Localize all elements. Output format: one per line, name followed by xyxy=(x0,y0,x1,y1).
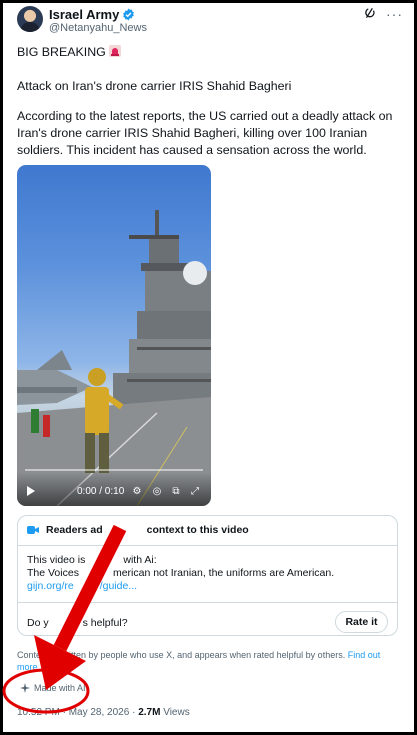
post-meta: 10:52 PM · May 28, 2026 · 2.7M Views xyxy=(17,707,190,718)
pip-icon[interactable]: ⧉ xyxy=(170,486,182,498)
author-name[interactable]: Israel Army xyxy=(49,7,119,22)
post-headline: BIG BREAKING xyxy=(17,45,106,59)
post-line-1: BIG BREAKING xyxy=(17,44,401,61)
video-frame xyxy=(17,210,211,506)
context-disclaimer: Context is written by people who use X, … xyxy=(17,650,381,672)
author-name-row: Israel Army xyxy=(49,7,135,22)
helpful-question: Do ys helpful? xyxy=(27,617,128,629)
post-line-2: Attack on Iran's drone carrier IRIS Shah… xyxy=(17,79,292,93)
post-time[interactable]: 10:52 PM xyxy=(17,707,60,718)
author-handle[interactable]: @Netanyahu_News xyxy=(49,22,147,34)
more-icon[interactable]: ··· xyxy=(386,7,403,21)
made-with-ai-label: Made with AI xyxy=(34,683,86,693)
post-date[interactable]: May 28, 2026 xyxy=(69,707,130,718)
video-progress-bar[interactable] xyxy=(25,469,203,471)
community-note-body: This video is with Ai: The Voices merican … xyxy=(27,554,389,593)
made-with-ai-badge[interactable]: Made with AI xyxy=(20,683,86,693)
verified-icon xyxy=(123,8,135,21)
views-label: Views xyxy=(163,707,190,718)
community-note-title: Readers ad context to this video xyxy=(46,524,249,536)
post-header: Israel Army @Netanyahu_News ··· xyxy=(17,6,403,38)
people-icon xyxy=(27,526,39,534)
grok-icon[interactable] xyxy=(363,6,377,20)
avatar[interactable] xyxy=(17,6,43,32)
community-note: Readers ad context to this video This vid… xyxy=(17,515,398,636)
settings-icon[interactable]: ⚙ xyxy=(131,486,143,498)
sparkle-icon xyxy=(20,683,30,693)
captions-icon[interactable]: ◎ xyxy=(151,486,163,498)
fullscreen-icon[interactable]: ⤢ xyxy=(189,486,201,498)
view-count: 2.7M xyxy=(138,707,161,718)
siren-icon xyxy=(108,45,121,57)
video-time: 0:00 / 0:10 xyxy=(77,486,125,497)
rate-it-button[interactable]: Rate it xyxy=(335,611,388,633)
community-note-header: Readers ad context to this video xyxy=(18,516,397,546)
video-player[interactable]: 0:00 / 0:10 ⚙ ◎ ⧉ ⤢ xyxy=(17,165,211,506)
community-note-footer: Do ys helpful? Rate it xyxy=(18,602,397,637)
community-note-link[interactable]: gijn.org/re/guide... xyxy=(27,580,389,593)
post-line-3: According to the latest reports, the US … xyxy=(17,109,393,157)
play-icon[interactable] xyxy=(27,486,35,496)
